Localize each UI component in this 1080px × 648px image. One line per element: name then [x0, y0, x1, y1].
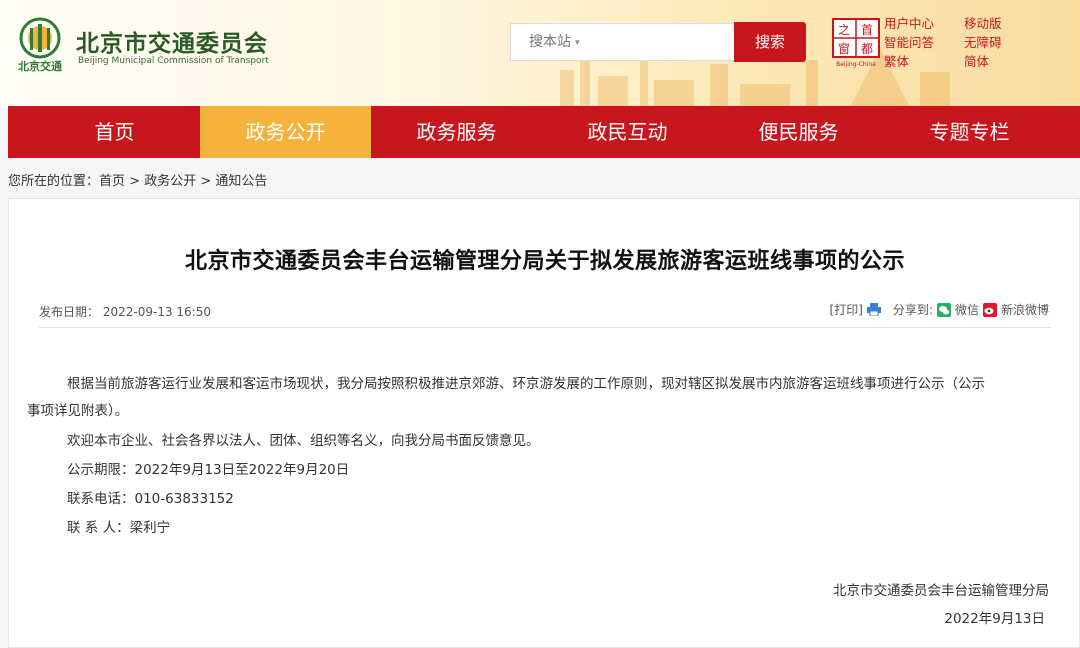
svg-text:窗: 窗 — [838, 42, 850, 56]
nav-government-services[interactable]: 政务服务 — [371, 106, 542, 158]
publish-date: 2022-09-13 16:50 — [102, 305, 211, 319]
nav-special-topics[interactable]: 专题专栏 — [884, 106, 1055, 158]
contact-phone: 联系电话：010-63833152 — [67, 491, 234, 507]
nav-interaction[interactable]: 政民互动 — [542, 106, 713, 158]
breadcrumb-notices[interactable]: 通知公告 — [215, 174, 267, 189]
article-tools: [打印] 分享到: 微信 新浪微博 — [830, 301, 1049, 318]
print-link[interactable]: [打印] — [830, 301, 863, 318]
weibo-icon[interactable] — [982, 302, 997, 317]
paragraph-1-line-2: 事项详见附表）。 — [27, 403, 129, 419]
share-wechat[interactable]: 微信 — [955, 301, 979, 318]
search-input[interactable] — [511, 24, 729, 60]
chevron-down-icon: ▾ — [575, 38, 580, 48]
link-traditional[interactable]: 繁体 — [884, 52, 909, 71]
share-label: 分享到: — [892, 303, 933, 317]
link-user-center[interactable]: 用户中心 — [884, 14, 934, 33]
site-header: 北京交通 北京市交通委员会 Beijing Municipal Commissi… — [0, 0, 1080, 108]
org-name[interactable]: 北京市交通委员会 — [76, 24, 268, 58]
nav-home[interactable]: 首页 — [29, 106, 200, 158]
breadcrumb-home[interactable]: 首页 — [99, 174, 125, 189]
search-button[interactable]: 搜索 — [734, 22, 806, 62]
svg-text:都: 都 — [861, 42, 873, 56]
beijing-transport-logo: 北京交通 — [18, 17, 62, 73]
article-title: 北京市交通委员会丰台运输管理分局关于拟发展旅游客运班线事项的公示 — [184, 249, 905, 274]
shoudu-zhichuang-logo[interactable]: 之 首 窗 都 Beijing-China — [832, 18, 880, 68]
breadcrumb-government-affairs[interactable]: 政务公开 — [144, 174, 196, 189]
svg-text:之: 之 — [838, 23, 850, 37]
shoudu-caption: Beijing-China — [836, 61, 876, 68]
link-simplified[interactable]: 简体 — [964, 52, 989, 71]
notice-period: 公示期限：2022年9月13日至2022年9月20日 — [67, 462, 350, 478]
logo-text: 北京交通 — [18, 59, 62, 73]
breadcrumb-separator: > — [125, 174, 145, 189]
breadcrumb: 您所在的位置：首页 > 政务公开 > 通知公告 — [8, 170, 267, 189]
breadcrumb-label: 您所在的位置： — [8, 174, 100, 189]
breadcrumb-separator: > — [196, 174, 216, 189]
paragraph-2: 欢迎本市企业、社会各界以法人、团体、组织等名义，向我分局书面反馈意见。 — [67, 433, 540, 449]
main-nav: 首页 政务公开 政务服务 政民互动 便民服务 专题专栏 — [8, 106, 1080, 158]
signature-org: 北京市交通委员会丰台运输管理分局 — [833, 583, 1049, 599]
article-panel: 北京市交通委员会丰台运输管理分局关于拟发展旅游客运班线事项的公示 发布日期： 2… — [8, 198, 1080, 648]
link-smart-qa[interactable]: 智能问答 — [884, 33, 934, 52]
nav-government-affairs[interactable]: 政务公开 — [200, 106, 371, 158]
printer-icon[interactable] — [866, 303, 881, 316]
nav-public-services[interactable]: 便民服务 — [713, 106, 884, 158]
link-mobile[interactable]: 移动版 — [964, 14, 1002, 33]
org-name-en: Beijing Municipal Commission of Transpor… — [78, 56, 269, 66]
wechat-icon[interactable] — [936, 302, 951, 317]
title-divider — [39, 327, 1051, 328]
signature-date: 2022年9月13日 — [944, 611, 1045, 627]
publish-info: 发布日期： 2022-09-13 16:50 — [39, 303, 211, 320]
paragraph-1-line-1: 根据当前旅游客运行业发展和客运市场现状，我分局按照积极推进京郊游、环京游发展的工… — [67, 376, 985, 392]
link-accessibility[interactable]: 无障碍 — [964, 33, 1002, 52]
contact-person: 联 系 人：梁利宁 — [67, 520, 171, 536]
publish-label: 发布日期： — [39, 305, 100, 319]
share-weibo[interactable]: 新浪微博 — [1001, 301, 1049, 318]
svg-text:首: 首 — [861, 23, 873, 37]
search-box: ▾ — [510, 23, 734, 61]
